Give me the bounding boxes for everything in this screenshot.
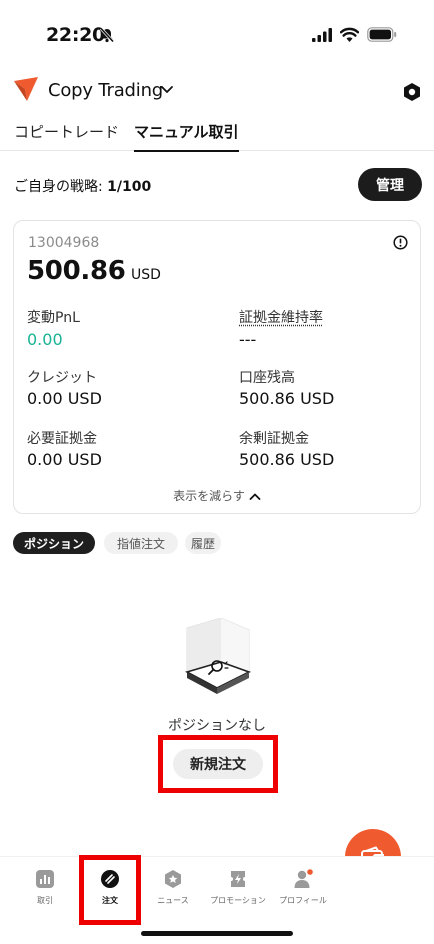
- floating-pnl-value: 0.00: [27, 330, 63, 349]
- status-time: 22:20: [46, 24, 105, 46]
- tab-copy-trade[interactable]: コピートレード: [14, 121, 119, 151]
- app-header: Copy Trading: [0, 74, 434, 110]
- credit-value: 0.00 USD: [27, 389, 102, 408]
- nav-orders[interactable]: 注文: [78, 869, 142, 906]
- free-margin-label: 余剰証拠金: [239, 431, 309, 447]
- nav-news-label: ニュース: [157, 896, 189, 905]
- tab-positions[interactable]: ポジション: [13, 532, 95, 554]
- required-margin-value: 0.00 USD: [27, 450, 102, 469]
- account-balance: 500.86: [27, 256, 126, 286]
- account-card: 13004968 500.86 USD 変動PnL 0.00 証拠金維持率 --…: [13, 220, 421, 514]
- nav-trade[interactable]: 取引: [13, 869, 77, 906]
- required-margin-label: 必要証拠金: [27, 431, 97, 447]
- battery-icon: [367, 27, 397, 42]
- strategy-label-text: ご自身の戦略:: [14, 179, 103, 195]
- balance-currency: USD: [131, 267, 161, 283]
- new-order-button[interactable]: 新規注文: [173, 749, 263, 779]
- nav-profile[interactable]: プロフィール: [271, 869, 335, 906]
- nav-profile-label: プロフィール: [279, 896, 327, 905]
- home-indicator: [141, 931, 293, 936]
- news-icon: [165, 870, 181, 888]
- account-id: 13004968: [28, 235, 100, 251]
- nav-news[interactable]: ニュース: [141, 869, 205, 906]
- strategy-row: ご自身の戦略: 1/100 管理: [0, 168, 434, 202]
- free-margin-value: 500.86 USD: [239, 450, 335, 469]
- chart-icon: [36, 870, 54, 888]
- app-title[interactable]: Copy Trading: [48, 80, 163, 101]
- profile-icon: [294, 869, 313, 888]
- margin-level-value: ---: [239, 330, 257, 349]
- tab-history[interactable]: 履歴: [185, 532, 221, 554]
- no-positions-text: ポジションなし: [168, 718, 266, 734]
- nav-promotion[interactable]: プロモーション: [206, 869, 270, 906]
- margin-level-label[interactable]: 証拠金維持率: [239, 307, 323, 327]
- wifi-icon: [340, 27, 359, 42]
- trading-mode-tabs: コピートレード マニュアル取引: [0, 121, 434, 152]
- nav-trade-label: 取引: [37, 896, 53, 905]
- account-balance-value: 500.86 USD: [239, 389, 335, 408]
- account-balance-label: 口座残高: [239, 370, 295, 386]
- floating-pnl-label: 変動PnL: [27, 310, 80, 326]
- settings-hexagon-icon[interactable]: [402, 82, 422, 102]
- tab-limit-orders[interactable]: 指値注文: [104, 532, 178, 554]
- manage-button[interactable]: 管理: [358, 168, 422, 201]
- bell-slash-icon: [99, 27, 115, 43]
- order-icon: [101, 870, 119, 888]
- promotion-icon: [231, 871, 245, 887]
- strategy-count: 1/100: [107, 179, 152, 195]
- nav-promotion-label: プロモーション: [210, 896, 266, 905]
- chevron-down-icon[interactable]: [160, 84, 174, 96]
- info-icon[interactable]: [393, 235, 408, 250]
- strategy-label: ご自身の戦略: 1/100: [14, 176, 151, 196]
- status-bar: 22:20: [0, 0, 434, 62]
- chevron-up-icon: [249, 493, 261, 500]
- tab-manual-trade[interactable]: マニュアル取引: [134, 121, 239, 152]
- nav-orders-label: 注文: [102, 896, 118, 905]
- show-less-label: 表示を減らす: [173, 489, 245, 503]
- show-less-toggle[interactable]: 表示を減らす: [14, 487, 420, 504]
- signal-icon: [312, 28, 332, 42]
- empty-box-icon: [184, 618, 252, 694]
- credit-label: クレジット: [27, 370, 97, 386]
- logo-icon: [14, 77, 38, 101]
